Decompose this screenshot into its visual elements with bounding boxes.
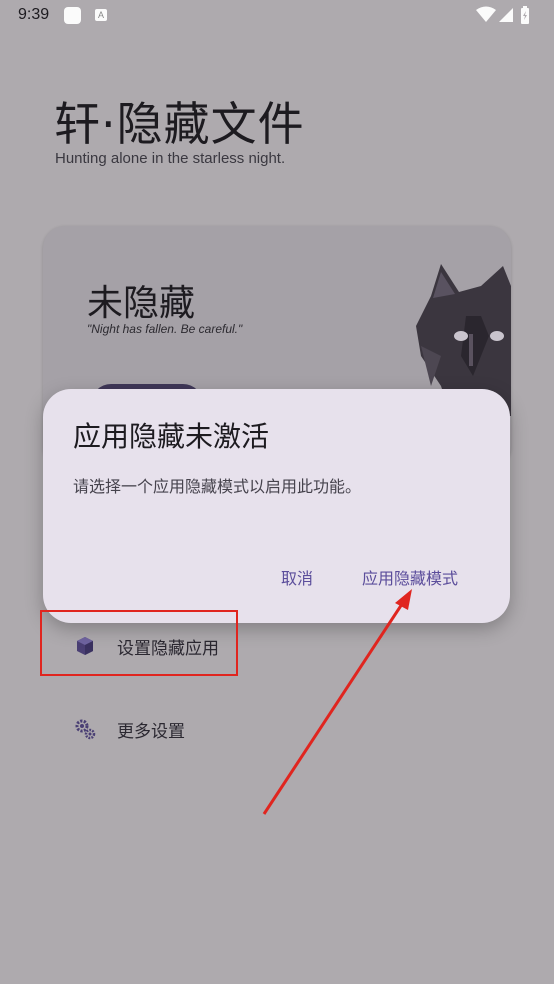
hide-mode-button[interactable]: 应用隐藏模式 xyxy=(362,565,458,589)
a-icon: A xyxy=(95,9,107,21)
card-status-title: 未隐藏 xyxy=(87,283,196,324)
dialog-title: 应用隐藏未激活 xyxy=(73,420,270,453)
battery-icon xyxy=(521,6,529,24)
signal-icon xyxy=(499,8,513,22)
cancel-button[interactable]: 取消 xyxy=(281,565,313,589)
status-icons xyxy=(476,6,536,24)
app-title: 轩·隐藏文件 xyxy=(54,97,305,151)
wifi-icon xyxy=(476,6,496,22)
status-bar: 9:39 A xyxy=(0,0,554,32)
card-quote: "Night has fallen. Be careful." xyxy=(87,322,243,336)
activation-dialog: 应用隐藏未激活 请选择一个应用隐藏模式以启用此功能。 取消 应用隐藏模式 xyxy=(43,389,510,623)
menu-item-label: 更多设置 xyxy=(117,721,185,742)
dialog-message: 请选择一个应用隐藏模式以启用此功能。 xyxy=(73,477,362,496)
app-subtitle: Hunting alone in the starless night. xyxy=(55,150,286,167)
highlight-annotation-box xyxy=(40,610,238,676)
gears-icon xyxy=(74,718,96,740)
notification-square-icon xyxy=(64,7,81,24)
menu-item-more-settings[interactable]: 更多设置 xyxy=(74,714,185,744)
status-time: 9:39 xyxy=(18,6,50,23)
